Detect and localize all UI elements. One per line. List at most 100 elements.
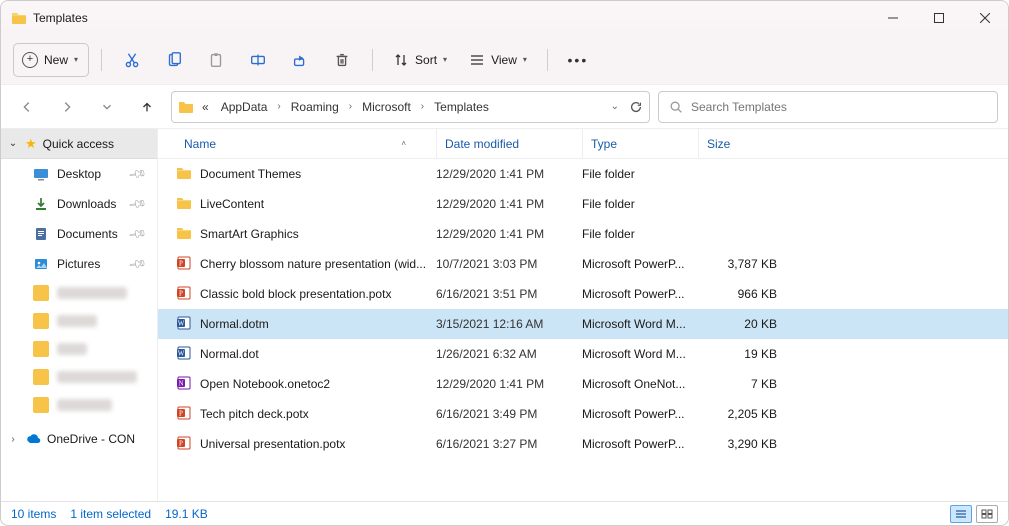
file-size: 2,205 KB [698,407,783,421]
table-row[interactable]: PTech pitch deck.potx6/16/2021 3:49 PMMi… [158,399,1008,429]
file-size: 19 KB [698,347,783,361]
chevron-down-icon[interactable]: ⌄ [609,101,621,112]
sidebar-item-redacted[interactable] [1,335,157,363]
quick-access-header[interactable]: ⌄ ★ Quick access [1,129,157,159]
sidebar-item-redacted[interactable] [1,307,157,335]
chevron-down-icon: ▾ [523,55,527,64]
search-input[interactable] [691,100,987,114]
details-view-toggle[interactable] [950,505,972,523]
table-row[interactable]: WNormal.dot1/26/2021 6:32 AMMicrosoft Wo… [158,339,1008,369]
sidebar-item-redacted[interactable] [1,391,157,419]
sidebar-item-redacted[interactable] [1,363,157,391]
file-icon [176,165,192,184]
chevron-down-icon: ⌄ [7,138,19,149]
chevron-down-icon: ▾ [74,55,78,64]
breadcrumb-prefix[interactable]: « [198,98,213,116]
svg-text:W: W [178,349,185,357]
chevron-right-icon[interactable]: › [347,101,354,112]
table-row[interactable]: PUniversal presentation.potx6/16/2021 3:… [158,429,1008,459]
chevron-right-icon[interactable]: › [419,101,426,112]
file-name: Normal.dotm [200,317,428,331]
chevron-down-icon: ▾ [443,55,447,64]
new-button[interactable]: + New ▾ [13,43,89,77]
status-selected: 1 item selected [70,507,151,521]
close-button[interactable] [962,1,1008,35]
more-button[interactable]: ••• [560,42,596,78]
plus-icon: + [22,52,38,68]
file-size: 966 KB [698,287,783,301]
star-icon: ★ [25,136,37,152]
thumbnails-view-toggle[interactable] [976,505,998,523]
file-size: 3,787 KB [698,257,783,271]
cut-button[interactable] [114,42,150,78]
svg-text:P: P [179,409,183,417]
file-type: Microsoft PowerP... [582,407,698,421]
table-row[interactable]: SmartArt Graphics12/29/2020 1:41 PMFile … [158,219,1008,249]
column-headers: Name ˄ Date modified Type Size [158,129,1008,159]
file-type: Microsoft PowerP... [582,257,698,271]
file-type: Microsoft Word M... [582,347,698,361]
file-name: Document Themes [200,167,428,181]
sidebar-item-label: Desktop [57,167,101,181]
file-name: LiveContent [200,197,428,211]
separator [547,49,548,71]
breadcrumb-microsoft[interactable]: Microsoft [358,98,415,116]
search-box[interactable] [658,91,998,123]
file-size: 7 KB [698,377,783,391]
table-row[interactable]: NOpen Notebook.onetoc212/29/2020 1:41 PM… [158,369,1008,399]
sort-button[interactable]: Sort ▾ [385,42,455,78]
chevron-right-icon[interactable]: › [275,101,282,112]
share-button[interactable] [282,42,318,78]
file-name: Tech pitch deck.potx [200,407,428,421]
maximize-button[interactable] [916,1,962,35]
file-date: 12/29/2020 1:41 PM [436,227,582,241]
file-date: 12/29/2020 1:41 PM [436,377,582,391]
back-button[interactable] [11,91,43,123]
svg-text:P: P [179,289,183,297]
column-date[interactable]: Date modified [436,129,582,158]
copy-button[interactable] [156,42,192,78]
column-name[interactable]: Name ˄ [176,129,436,158]
breadcrumb-templates[interactable]: Templates [430,98,493,116]
delete-button[interactable] [324,42,360,78]
paste-button[interactable] [198,42,234,78]
sidebar-item-label: Pictures [57,257,100,271]
column-size[interactable]: Size [698,129,783,158]
pin-icon: 📌︎ [127,254,148,274]
recent-dropdown[interactable] [91,91,123,123]
sidebar-item-desktop[interactable]: Desktop 📌︎ [1,159,157,189]
refresh-button[interactable] [629,100,643,114]
sidebar-item-pictures[interactable]: Pictures 📌︎ [1,249,157,279]
view-button[interactable]: View ▾ [461,42,535,78]
file-type: Microsoft PowerP... [582,437,698,451]
sidebar-item-onedrive[interactable]: › OneDrive - CON [1,425,157,453]
sidebar-item-downloads[interactable]: Downloads 📌︎ [1,189,157,219]
file-name: Open Notebook.onetoc2 [200,377,428,391]
toolbar: + New ▾ Sort ▾ View ▾ ••• [1,35,1008,85]
address-bar[interactable]: « AppData › Roaming › Microsoft › Templa… [171,91,650,123]
file-date: 6/16/2021 3:51 PM [436,287,582,301]
file-size: 20 KB [698,317,783,331]
breadcrumb-roaming[interactable]: Roaming [287,98,343,116]
table-row[interactable]: PCherry blossom nature presentation (wid… [158,249,1008,279]
table-row[interactable]: Document Themes12/29/2020 1:41 PMFile fo… [158,159,1008,189]
navigation-bar: « AppData › Roaming › Microsoft › Templa… [1,85,1008,129]
breadcrumb-appdata[interactable]: AppData [217,98,272,116]
column-type[interactable]: Type [582,129,698,158]
table-row[interactable]: LiveContent12/29/2020 1:41 PMFile folder [158,189,1008,219]
file-name: Classic bold block presentation.potx [200,287,428,301]
up-button[interactable] [131,91,163,123]
search-icon [669,100,683,114]
forward-button[interactable] [51,91,83,123]
minimize-button[interactable] [870,1,916,35]
file-type: File folder [582,227,698,241]
table-row[interactable]: WNormal.dotm3/15/2021 12:16 AMMicrosoft … [158,309,1008,339]
rename-button[interactable] [240,42,276,78]
sort-indicator: ˄ [401,139,406,148]
status-bar: 10 items 1 item selected 19.1 KB [1,501,1008,525]
file-name: Cherry blossom nature presentation (wid.… [200,257,428,271]
table-row[interactable]: P Classic bold block presentation.potx 6/1… [158,279,1008,309]
sidebar-item-redacted[interactable] [1,279,157,307]
sidebar-item-documents[interactable]: Documents 📌︎ [1,219,157,249]
file-size: 3,290 KB [698,437,783,451]
